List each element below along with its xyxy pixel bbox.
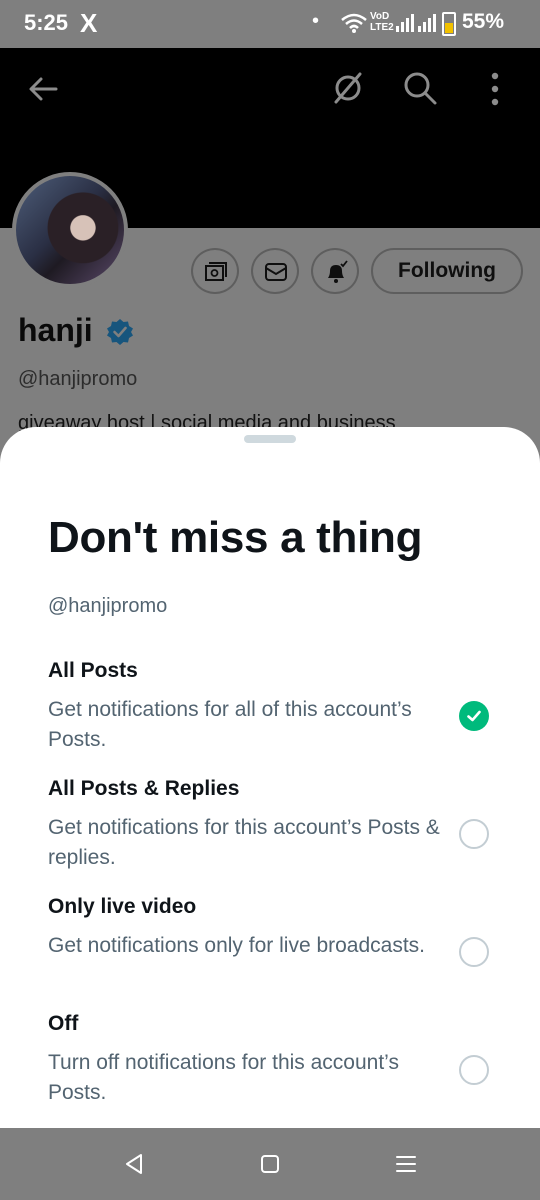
network-label-bottom: LTE2 — [370, 22, 394, 33]
notification-dot-icon: • — [312, 10, 320, 32]
wallet-icon — [205, 262, 227, 281]
notification-settings-sheet: Don't miss a thing @hanjipromo All Posts… — [0, 427, 540, 1128]
search-icon[interactable] — [402, 70, 438, 106]
radio-unselected[interactable] — [459, 819, 489, 849]
sheet-handle: @hanjipromo — [48, 595, 168, 617]
radio-unselected[interactable] — [459, 937, 489, 967]
option-title: Only live video — [48, 895, 197, 918]
message-button[interactable] — [251, 248, 299, 294]
sheet-grabber[interactable] — [244, 435, 296, 443]
network-label-top: VoD — [370, 11, 390, 22]
signal-icon — [396, 14, 436, 32]
radio-selected[interactable] — [459, 701, 489, 731]
option-title: All Posts & Replies — [48, 777, 240, 800]
avatar[interactable] — [12, 172, 128, 288]
system-nav-bar — [0, 1128, 540, 1200]
battery-icon — [442, 12, 456, 36]
bell-check-icon — [328, 260, 348, 283]
nav-recents-icon[interactable] — [394, 1152, 418, 1176]
profile-handle: @hanjipromo — [18, 368, 138, 390]
following-button[interactable]: Following — [371, 248, 523, 294]
status-bar: 5:25 X • VoD LTE2 55% — [0, 0, 540, 48]
notifications-button[interactable] — [311, 248, 359, 294]
tip-button[interactable] — [191, 248, 239, 294]
option-description: Get notifications for all of this accoun… — [48, 698, 412, 751]
battery-percent: 55% — [462, 10, 505, 33]
nav-home-icon[interactable] — [258, 1152, 282, 1176]
option-title: Off — [48, 1012, 79, 1035]
more-vertical-icon[interactable] — [480, 70, 510, 108]
profile-name: hanji — [18, 312, 93, 348]
status-time: 5:25 — [24, 10, 69, 35]
x-app-icon: X — [80, 8, 98, 38]
option-description: Get notifications only for live broadcas… — [48, 934, 426, 957]
option-title: All Posts — [48, 659, 138, 682]
verified-badge-icon — [107, 319, 133, 345]
network-type-label: VoD LTE2 — [370, 11, 394, 33]
option-description: Get notifications for this account’s Pos… — [48, 816, 440, 869]
wifi-icon — [341, 13, 367, 33]
radio-unselected[interactable] — [459, 1055, 489, 1085]
back-arrow-icon[interactable] — [26, 72, 60, 106]
check-icon — [467, 710, 481, 722]
hide-icon[interactable] — [330, 70, 366, 106]
option-description: Turn off notifications for this account’… — [48, 1051, 399, 1104]
sheet-title: Don't miss a thing — [48, 513, 423, 562]
mail-icon — [265, 263, 287, 281]
nav-back-icon[interactable] — [122, 1152, 146, 1176]
